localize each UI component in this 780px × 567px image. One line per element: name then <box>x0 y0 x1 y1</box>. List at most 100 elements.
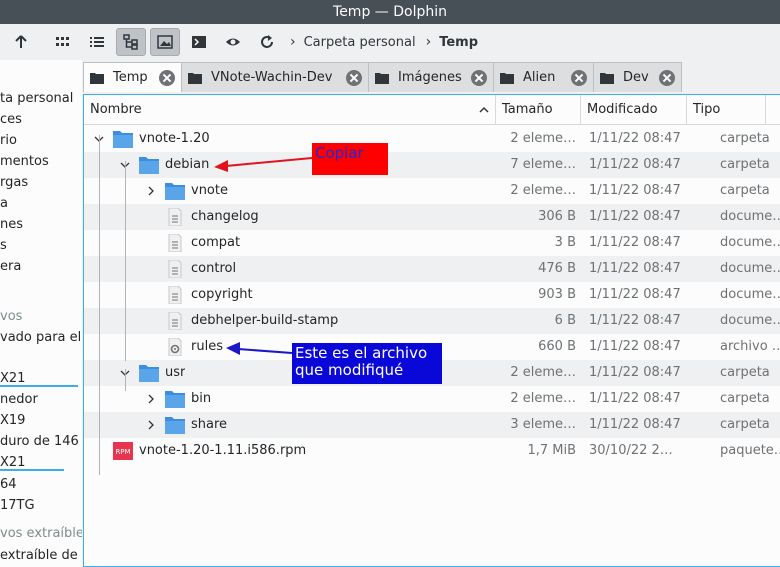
file-row[interactable]: changelog 306 B 1/11/22 08:47 docume… <box>84 204 780 230</box>
file-type: carpeta <box>720 157 770 172</box>
breadcrumb-separator-icon: › <box>290 34 296 50</box>
file-row[interactable]: control 476 B 1/11/22 08:47 docume… <box>84 256 780 282</box>
file-name: control <box>191 261 237 276</box>
expand-arrow-icon[interactable] <box>146 420 156 430</box>
breadcrumb-item-home[interactable]: Carpeta personal <box>304 35 416 50</box>
sidebar-item[interactable]: rgas <box>0 172 28 193</box>
preview-icon <box>157 35 173 49</box>
file-type: paquete… <box>720 443 780 458</box>
column-modified[interactable]: Modificado <box>581 95 687 125</box>
tab[interactable]: Alien <box>493 62 594 92</box>
icons-view-icon <box>56 37 69 46</box>
sidebar-item[interactable]: 64 <box>0 474 17 495</box>
file-view[interactable]: Nombre Tamaño Modificado Tipo vnote-1.20… <box>83 94 780 567</box>
file-modified: 1/11/22 08:47 <box>589 183 681 198</box>
sidebar-item[interactable]: rio <box>0 130 17 151</box>
file-row[interactable]: compat 3 B 1/11/22 08:47 docume… <box>84 230 780 256</box>
file-row[interactable]: share 3 eleme… 1/11/22 08:47 carpeta <box>84 412 780 438</box>
tree-branch-line <box>125 369 126 391</box>
file-row[interactable]: RPM vnote-1.20-1.11.i586.rpm 1,7 MiB 30/10/… <box>84 438 780 464</box>
sidebar-item[interactable]: a <box>0 193 8 214</box>
folder-icon <box>139 365 159 382</box>
icons-view-button[interactable] <box>48 28 78 56</box>
file-modified: 1/11/22 08:47 <box>589 391 681 406</box>
sidebar-item[interactable]: vado para el <box>0 327 81 348</box>
show-hidden-button[interactable] <box>218 28 248 56</box>
sidebar-section-header: vos <box>0 309 23 324</box>
breadcrumb-item-current[interactable]: Temp <box>439 35 478 50</box>
file-modified: 1/11/22 08:47 <box>589 287 681 302</box>
sidebar-item[interactable]: extraíble de <box>0 545 78 566</box>
expand-arrow-icon[interactable] <box>146 394 156 404</box>
details-view-button[interactable] <box>82 28 112 56</box>
file-row[interactable]: debian 7 eleme… 1/11/22 08:47 carpeta <box>84 152 780 178</box>
file-name: vnote-1.20 <box>139 131 210 146</box>
sidebar-item[interactable]: era <box>0 256 21 277</box>
annotation-modified: Este es el archivo que modifiqué <box>292 343 442 384</box>
file-modified: 1/11/22 08:47 <box>589 157 681 172</box>
preview-button[interactable] <box>150 28 180 56</box>
file-row[interactable]: debhelper-build-stamp 6 B 1/11/22 08:47 doc… <box>84 308 780 334</box>
tab[interactable]: Temp <box>83 62 182 92</box>
file-name: usr <box>165 365 186 380</box>
folder-icon <box>600 72 614 84</box>
sidebar-item[interactable]: ta personal <box>0 88 73 109</box>
close-tab-icon[interactable] <box>571 70 587 86</box>
reload-icon <box>261 35 273 48</box>
capacity-bar <box>0 469 64 471</box>
folder-icon <box>165 391 185 408</box>
tree-view-button[interactable] <box>116 28 146 56</box>
sidebar-section-header: vos extraíble <box>0 526 82 541</box>
column-size[interactable]: Tamaño <box>496 95 581 125</box>
column-modified-label: Modificado <box>587 102 658 117</box>
go-up-button[interactable] <box>6 28 36 56</box>
show-hidden-icon <box>226 38 240 46</box>
file-type: carpeta <box>720 417 770 432</box>
reload-button[interactable] <box>252 28 282 56</box>
column-size-label: Tamaño <box>502 102 553 117</box>
tab[interactable]: Imágenes <box>368 62 494 92</box>
close-tab-icon[interactable] <box>346 70 362 86</box>
close-tab-icon[interactable] <box>159 70 175 86</box>
file-row[interactable]: bin 2 eleme… 1/11/22 08:47 carpeta <box>84 386 780 412</box>
terminal-button[interactable] <box>184 28 214 56</box>
sidebar-item[interactable]: mentos <box>0 151 49 172</box>
sidebar-item[interactable]: X19 <box>0 410 25 431</box>
file-type: docume… <box>720 235 780 250</box>
tab[interactable]: Dev <box>593 62 682 92</box>
folder-icon <box>139 157 159 174</box>
expand-arrow-icon[interactable] <box>146 186 156 196</box>
column-header: Nombre Tamaño Modificado Tipo <box>84 95 780 125</box>
sidebar-item[interactable]: ces <box>0 109 22 130</box>
file-row[interactable]: vnote 2 eleme… 1/11/22 08:47 carpeta <box>84 178 780 204</box>
file-type: archivo … <box>720 339 780 354</box>
folder-icon <box>165 183 185 200</box>
column-type-label: Tipo <box>693 102 721 117</box>
go-up-icon <box>15 35 27 48</box>
window-titlebar: Temp — Dolphin <box>0 0 780 24</box>
tab[interactable]: VNote-Wachin-Dev <box>181 62 369 92</box>
close-tab-icon[interactable] <box>471 70 487 86</box>
tab-label: Temp <box>113 70 148 85</box>
file-row[interactable]: vnote-1.20 2 eleme… 1/11/22 08:47 carpeta <box>84 126 780 152</box>
folder-icon <box>375 72 389 84</box>
text-document-icon <box>168 260 182 278</box>
column-type[interactable]: Tipo <box>687 95 766 125</box>
file-size: 2 eleme… <box>510 391 576 406</box>
close-tab-icon[interactable] <box>659 70 675 86</box>
annotation-copy-text: Copiar <box>315 144 364 162</box>
sidebar-item[interactable]: s <box>0 235 7 256</box>
column-name[interactable]: Nombre <box>84 95 496 125</box>
column-name-label: Nombre <box>90 102 142 117</box>
sidebar-item[interactable]: 17TG <box>0 495 35 516</box>
file-row[interactable]: copyright 903 B 1/11/22 08:47 docume… <box>84 282 780 308</box>
file-modified: 1/11/22 08:47 <box>589 339 681 354</box>
file-name: vnote <box>191 183 228 198</box>
file-modified: 1/11/22 08:47 <box>589 313 681 328</box>
file-modified: 30/10/22 2… <box>589 443 673 458</box>
sidebar-item[interactable]: duro de 146 <box>0 431 79 452</box>
sidebar-item[interactable]: nedor <box>0 389 38 410</box>
sidebar-item[interactable]: nes <box>0 214 23 235</box>
file-size: 476 B <box>538 261 576 276</box>
folder-icon <box>165 417 185 434</box>
